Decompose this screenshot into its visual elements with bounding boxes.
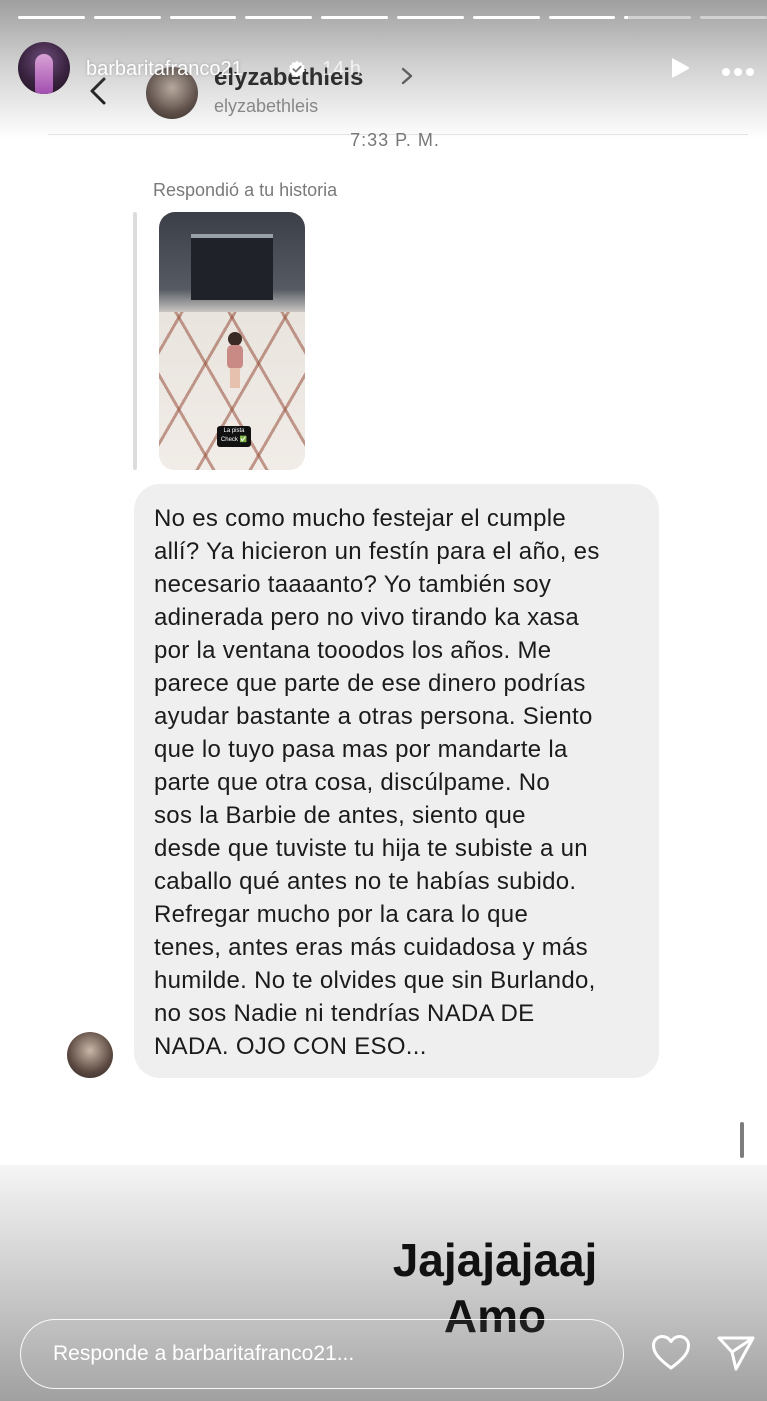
heart-icon[interactable] [651,1334,691,1372]
sticker-line-2: Check ✅ [220,437,248,443]
story-time-ago: 14 h [322,58,361,80]
message-text: No es como mucho festejar el cumple allí… [154,505,600,1060]
replied-story-thumbnail: La pista Check ✅ [159,212,305,470]
progress-segment [18,16,85,19]
verified-badge-icon [288,60,306,78]
reply-input[interactable]: Responde a barbaritafranco21... [20,1319,624,1389]
message-timestamp: 7:33 P. M. [350,130,440,150]
progress-segment [548,16,616,19]
progress-segment [472,16,540,19]
child-figure [225,332,245,390]
sticker-line-1: La pista [223,428,245,434]
progress-segment [169,16,237,19]
more-icon[interactable] [721,64,755,76]
sender-avatar [67,1032,113,1078]
message-bubble: No es como mucho festejar el cumple allí… [134,484,659,1078]
caption-line-1: Jajajajaaj [392,1234,598,1286]
progress-segment [245,16,313,19]
story-progress-bar [18,16,767,20]
scrollbar [740,1122,744,1158]
story-header: barbaritafranco21 14 h [18,42,763,96]
story-author-username[interactable]: barbaritafranco21 [86,58,243,81]
progress-segment [321,16,388,19]
thumbnail-sticker: La pista Check ✅ [217,426,251,447]
story-reply-label: Respondió a tu historia [153,180,338,200]
progress-segment [700,16,767,19]
play-icon[interactable] [668,56,692,80]
reply-quote-bar [133,212,137,470]
send-icon[interactable] [716,1334,756,1372]
reply-placeholder: Responde a barbaritafranco21... [53,1342,355,1365]
stage-image [191,234,273,300]
story-author-avatar[interactable] [18,42,70,94]
progress-segment [624,16,692,19]
progress-segment [93,16,161,19]
dm-handle: elyzabethleis [214,96,319,116]
story-viewer: elyzabethleis elyzabethleis 7:33 P. M. R… [0,0,767,1401]
progress-segment [396,16,464,19]
